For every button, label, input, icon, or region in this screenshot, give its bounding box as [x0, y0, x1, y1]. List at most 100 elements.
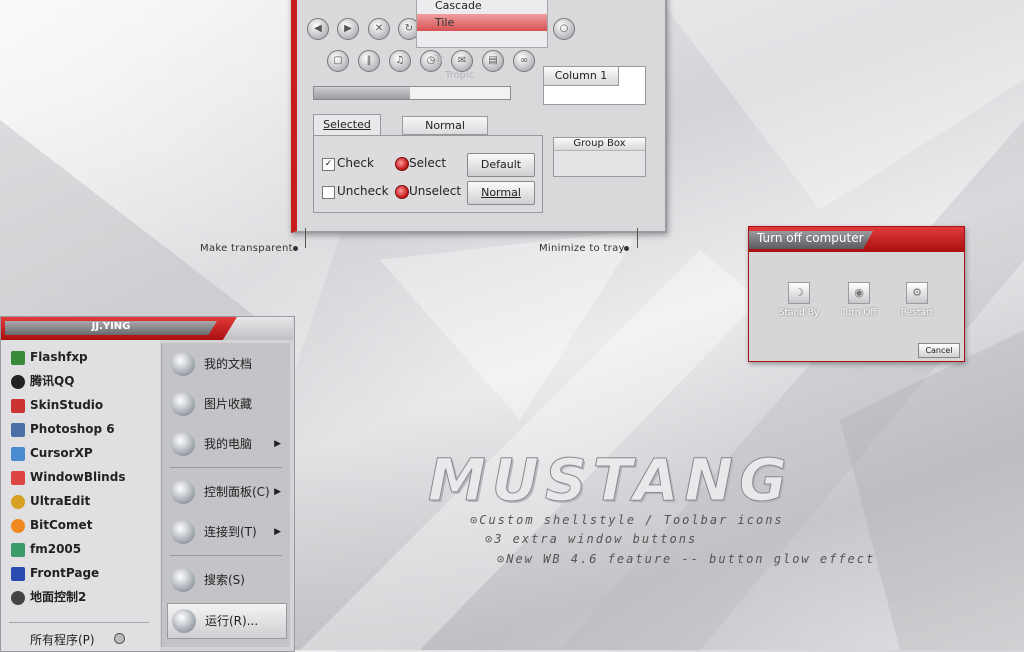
unselect-radio[interactable] — [395, 185, 409, 199]
places-label: 连接到(T) — [204, 525, 257, 539]
ultraedit-icon — [11, 494, 25, 509]
make-transparent-note: Make transparent — [200, 243, 293, 254]
places-label: 运行(R)... — [205, 614, 259, 628]
back-icon[interactable]: ◀ — [307, 18, 329, 40]
start-menu: JJ.YING Flashfxp 腾讯QQ SkinStudio Photosh… — [0, 316, 295, 652]
menu-item-cascade[interactable]: Cascade — [417, 0, 547, 14]
turn-off-title: Turn off computer — [757, 231, 864, 245]
select-label: Select — [409, 156, 447, 170]
feature-text: 3 extra window buttons — [494, 532, 698, 546]
chevron-right-icon: ▶ — [274, 527, 281, 537]
places-item-control-panel[interactable]: 控制面板(C) ▶ — [167, 475, 285, 509]
program-label: 地面控制2 — [30, 590, 87, 604]
tray-button-icon[interactable]: ○ — [553, 18, 575, 40]
control-panel-icon — [171, 480, 195, 504]
chevron-right-icon: ▶ — [274, 487, 281, 497]
program-item-ground-control[interactable]: 地面控制2 — [11, 587, 86, 607]
frontpage-icon — [11, 566, 25, 581]
places-item-search[interactable]: 搜索(S) — [167, 563, 285, 597]
stand-by-icon[interactable]: ☽ — [788, 282, 810, 304]
note-line — [637, 228, 638, 248]
program-item-fm2005[interactable]: fm2005 — [11, 539, 81, 559]
stop-icon[interactable]: ✕ — [368, 18, 390, 40]
turn-off-icon[interactable]: ◉ — [848, 282, 870, 304]
progress-fill — [314, 87, 411, 99]
program-item-flashfxp[interactable]: Flashfxp — [11, 347, 88, 367]
search-icon — [171, 568, 195, 592]
tab-selected[interactable]: Selected — [313, 114, 381, 137]
cancel-button[interactable]: Cancel — [918, 343, 960, 358]
demo-window: ◀ ▶ ✕ ↻ ○ ▢ ‖ ♫ ◷ ✉ ▤ ∞ Cascade Tile Tr … — [291, 0, 667, 233]
column-header[interactable]: Column 1 — [544, 67, 619, 86]
program-item-cursorxp[interactable]: CursorXP — [11, 443, 93, 463]
feature-text: New WB 4.6 feature -- button glow effect — [506, 552, 876, 566]
tab-normal[interactable]: Normal — [402, 116, 488, 135]
skinstudio-icon — [11, 398, 25, 413]
print-icon[interactable]: ▤ — [482, 50, 504, 72]
folder-icon[interactable]: ▢ — [327, 50, 349, 72]
program-label: WindowBlinds — [30, 470, 126, 484]
progress-bar — [313, 86, 511, 100]
list-view[interactable]: Column 1 — [543, 66, 646, 105]
program-item-skinstudio[interactable]: SkinStudio — [11, 395, 103, 415]
program-item-bitcomet[interactable]: BitComet — [11, 515, 92, 535]
program-label: SkinStudio — [30, 398, 104, 412]
tab-panel: ✓ Check Uncheck Select Unselect Default … — [313, 135, 543, 213]
program-label: 腾讯QQ — [30, 374, 75, 388]
program-item-qq[interactable]: 腾讯QQ — [11, 371, 74, 391]
my-pictures-icon — [171, 392, 195, 416]
pause-icon[interactable]: ‖ — [358, 50, 380, 72]
places-item-run[interactable]: 运行(R)... — [167, 603, 287, 639]
check-checkbox[interactable]: ✓ — [322, 158, 335, 171]
program-item-windowblinds[interactable]: WindowBlinds — [11, 467, 125, 487]
program-label: fm2005 — [30, 542, 82, 556]
program-item-ultraedit[interactable]: UltraEdit — [11, 491, 90, 511]
mustang-title: MUSTANG — [428, 446, 793, 515]
unselect-label: Unselect — [409, 184, 462, 198]
program-list: Flashfxp 腾讯QQ SkinStudio Photoshop 6 Cur… — [1, 340, 160, 651]
all-programs-item[interactable]: 所有程序(P) — [30, 631, 95, 648]
menu-item-tile[interactable]: Tile — [417, 14, 547, 31]
group-box-title: Group Box — [554, 138, 645, 151]
separator — [170, 555, 282, 556]
normal-button[interactable]: Normal — [467, 181, 535, 205]
restart-icon[interactable]: ⚙ — [906, 282, 928, 304]
forward-icon[interactable]: ▶ — [337, 18, 359, 40]
feature-text: Custom shellstyle / Toolbar icons — [479, 513, 784, 527]
program-item-photoshop[interactable]: Photoshop 6 — [11, 419, 115, 439]
mail-icon[interactable]: ✉ — [451, 50, 473, 72]
places-item-my-pictures[interactable]: 图片收藏 — [167, 387, 285, 421]
program-item-frontpage[interactable]: FrontPage — [11, 563, 99, 583]
link-icon[interactable]: ∞ — [513, 50, 535, 72]
fm2005-icon — [11, 542, 25, 557]
run-icon — [172, 609, 196, 633]
places-label: 我的文档 — [204, 357, 253, 371]
chevron-right-icon: ▶ — [274, 439, 281, 449]
program-label: CursorXP — [30, 446, 93, 460]
user-name: JJ.YING — [91, 321, 131, 332]
turn-off-label: Turn Off — [841, 308, 877, 318]
music-icon[interactable]: ♫ — [389, 50, 411, 72]
select-radio[interactable] — [395, 157, 409, 171]
separator — [170, 467, 282, 468]
places-item-connect-to[interactable]: 连接到(T) ▶ — [167, 515, 285, 549]
places-label: 控制面板(C) — [204, 485, 270, 499]
photoshop-icon — [11, 422, 25, 437]
feature-line: ⊙3 extra window buttons — [485, 532, 698, 546]
check-label: Check — [337, 156, 374, 170]
program-label: BitComet — [30, 518, 93, 532]
note-dot — [293, 246, 298, 251]
uncheck-checkbox[interactable] — [322, 186, 335, 199]
uncheck-label: Uncheck — [337, 184, 389, 198]
places-item-my-computer[interactable]: 我的电脑 ▶ — [167, 427, 285, 461]
flashfxp-icon — [11, 350, 25, 365]
default-button[interactable]: Default — [467, 153, 535, 177]
faint-menu-text: Tropic — [445, 70, 475, 81]
note-line — [305, 228, 306, 248]
windowblinds-icon — [11, 470, 25, 485]
turn-off-dialog: Turn off computer ☽ Stand By ◉ Turn Off … — [748, 226, 965, 362]
feature-line: ⊙Custom shellstyle / Toolbar icons — [470, 513, 784, 527]
places-item-my-documents[interactable]: 我的文档 — [167, 347, 285, 381]
turn-off-header: Turn off computer — [749, 227, 964, 252]
places-label: 搜索(S) — [204, 573, 245, 587]
